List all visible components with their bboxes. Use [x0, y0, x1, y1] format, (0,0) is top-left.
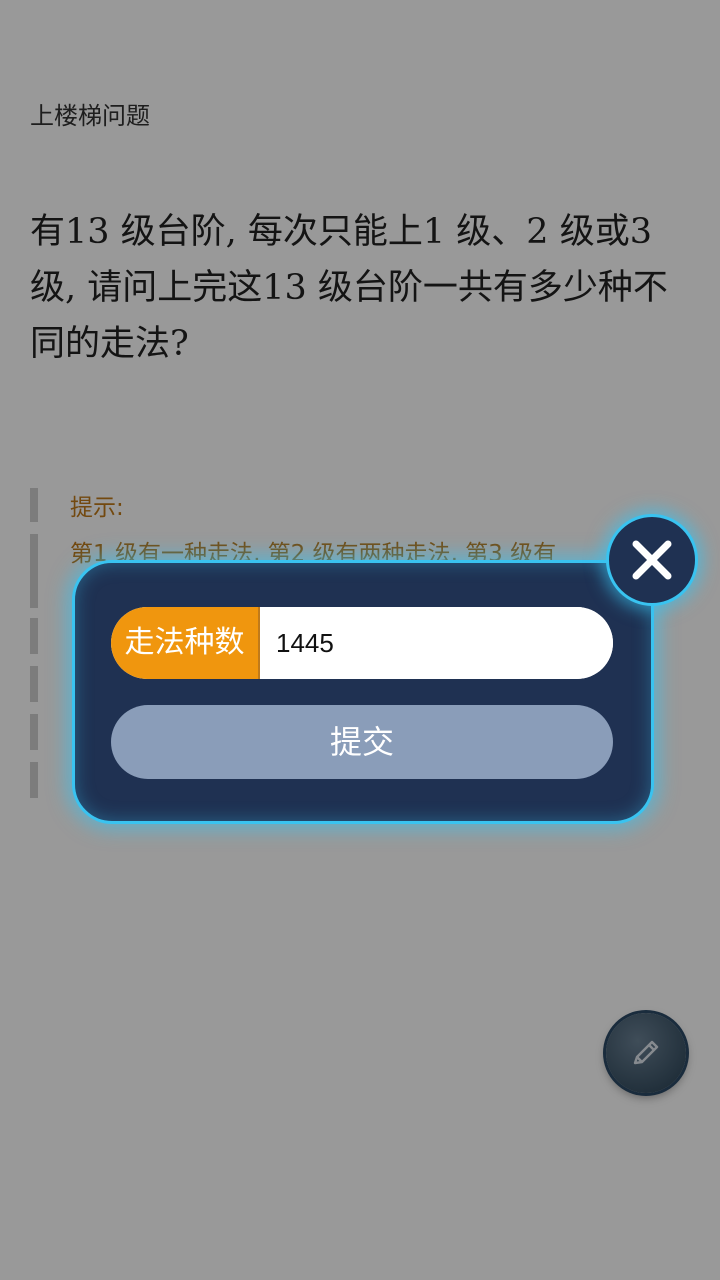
- close-button[interactable]: [606, 514, 698, 606]
- answer-dialog: 走法种数 提交: [72, 560, 654, 824]
- close-icon: [632, 540, 672, 580]
- answer-label: 走法种数: [111, 607, 260, 679]
- answer-input[interactable]: [260, 607, 613, 679]
- submit-button[interactable]: 提交: [111, 705, 613, 779]
- answer-row: 走法种数: [111, 607, 613, 679]
- modal-overlay-top: [0, 0, 720, 52]
